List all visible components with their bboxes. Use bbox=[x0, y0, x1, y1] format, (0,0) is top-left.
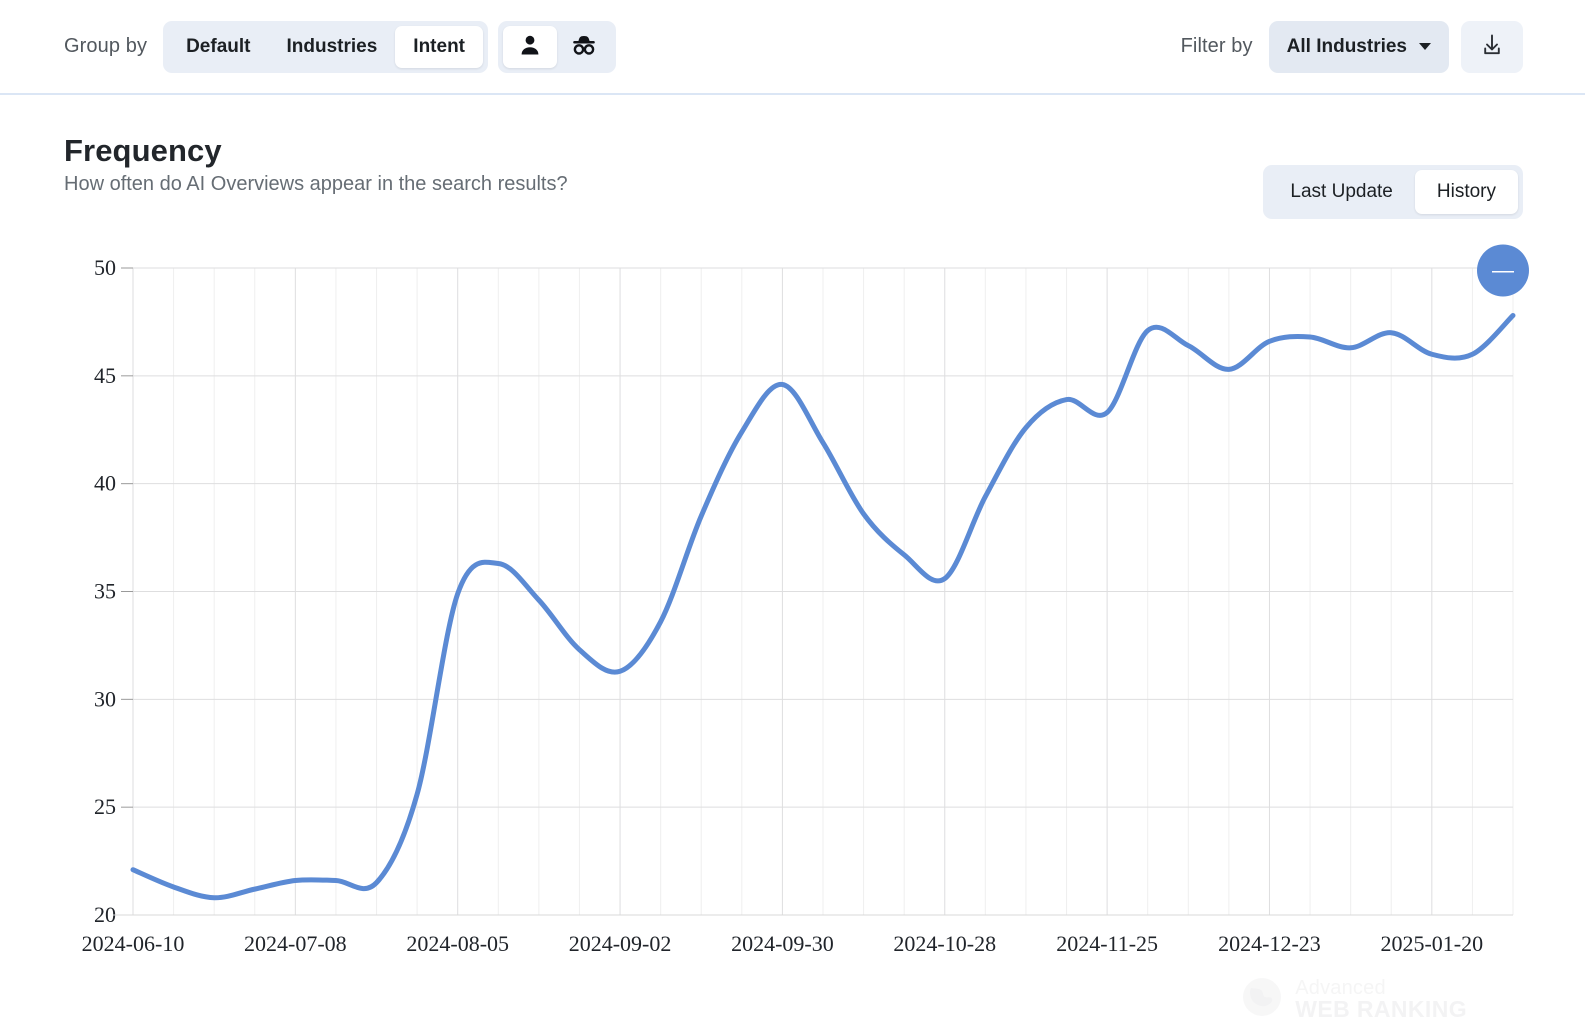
group-by-segmented-control: Default Industries Intent bbox=[163, 20, 489, 73]
x-axis-tick-label: 2024-12-23 bbox=[1218, 931, 1321, 956]
x-axis-tick-label: 2024-06-10 bbox=[82, 931, 185, 956]
chart-area: 20 25 30 35 40 45 50 2024-06-10 2024-07-08 2024-0… bbox=[0, 225, 1585, 1035]
group-by-default-button[interactable]: Default bbox=[168, 26, 268, 68]
y-axis-tick-label: 40 bbox=[94, 471, 116, 496]
chevron-down-icon bbox=[1419, 43, 1431, 50]
x-axis-tick-label: 2024-09-30 bbox=[731, 931, 834, 956]
frequency-line-chart[interactable]: 20 25 30 35 40 45 50 2024-06-10 2024-07-08 2024-0… bbox=[0, 225, 1585, 1035]
download-button[interactable] bbox=[1461, 20, 1523, 73]
tab-last-update[interactable]: Last Update bbox=[1268, 170, 1414, 214]
latest-value-label: — bbox=[1492, 257, 1514, 282]
y-axis-tick-label: 50 bbox=[94, 255, 116, 280]
group-by-intent-button[interactable]: Intent bbox=[395, 25, 484, 68]
view-mode-toggle: Last Update History bbox=[1263, 165, 1523, 219]
page-subtitle: How often do AI Overviews appear in the … bbox=[64, 173, 568, 195]
group-by-label: Group by bbox=[64, 35, 148, 57]
x-axis-tick-label: 2025-01-20 bbox=[1380, 931, 1483, 956]
industry-filter-dropdown[interactable]: All Industries bbox=[1268, 20, 1449, 73]
industry-filter-value: All Industries bbox=[1286, 35, 1407, 57]
group-by-industries-button[interactable]: Industries bbox=[268, 26, 395, 68]
filter-by-label: Filter by bbox=[1180, 35, 1253, 57]
x-axis-tick-label: 2024-10-28 bbox=[893, 931, 996, 956]
top-toolbar: Group by Default Industries Intent Filte… bbox=[0, 0, 1585, 95]
y-axis-tick-label: 35 bbox=[94, 579, 116, 604]
y-axis-tick-label: 45 bbox=[94, 363, 116, 388]
filter-controls: Filter by All Industries bbox=[1180, 20, 1523, 73]
y-axis-tick-label: 20 bbox=[94, 902, 116, 927]
device-toggle-group bbox=[498, 20, 617, 73]
download-icon bbox=[1479, 32, 1505, 61]
y-axis-tick-label: 25 bbox=[94, 794, 116, 819]
x-axis-tick-label: 2024-11-25 bbox=[1056, 931, 1158, 956]
tab-history[interactable]: History bbox=[1414, 170, 1518, 214]
page-root: Group by Default Industries Intent Filte… bbox=[0, 0, 1585, 1035]
page-title: Frequency bbox=[64, 133, 222, 168]
incognito-icon bbox=[570, 33, 598, 60]
x-axis-tick-label: 2024-07-08 bbox=[244, 931, 347, 956]
x-axis-tick-label: 2024-08-05 bbox=[406, 931, 509, 956]
group-by-controls: Group by Default Industries Intent bbox=[64, 20, 617, 73]
person-icon bbox=[518, 33, 542, 60]
incognito-icon-button[interactable] bbox=[557, 26, 611, 68]
y-axis-tick-label: 30 bbox=[94, 686, 116, 711]
person-icon-button[interactable] bbox=[503, 25, 558, 68]
x-axis-tick-label: 2024-09-02 bbox=[569, 931, 672, 956]
